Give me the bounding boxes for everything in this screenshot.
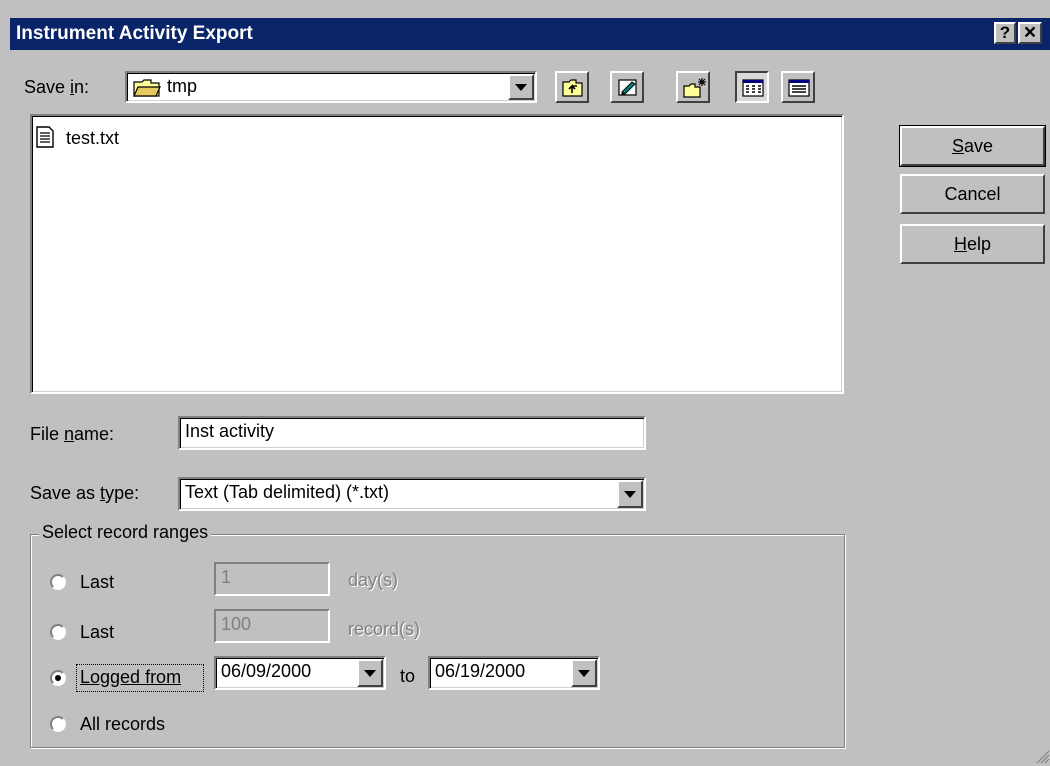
file-list[interactable]: test.txt <box>30 114 844 394</box>
resize-grip-icon[interactable] <box>1036 750 1050 764</box>
all-records-label: All records <box>80 714 166 734</box>
all-records-radio[interactable] <box>50 716 66 732</box>
from-date-dropdown-button[interactable] <box>357 659 383 687</box>
text-file-icon <box>36 126 54 148</box>
save-button[interactable]: Save <box>899 125 1046 167</box>
up-one-level-icon <box>562 79 583 97</box>
file-name-value: Inst activity <box>185 421 275 441</box>
days-unit-label: day(s) <box>348 570 399 590</box>
up-one-level-button[interactable] <box>555 71 589 103</box>
last-days-label: Last <box>80 572 115 592</box>
save-in-label: Save in: <box>24 77 90 97</box>
export-dialog: Instrument Activity Export ? × Save in: … <box>0 0 1050 766</box>
to-label: to <box>400 666 416 686</box>
new-folder-icon <box>683 78 706 98</box>
details-view-button[interactable] <box>781 71 815 103</box>
chevron-down-icon <box>515 84 527 91</box>
save-in-combo[interactable]: tmp <box>125 71 537 103</box>
file-name-text: test.txt <box>66 128 120 148</box>
list-view-button[interactable] <box>735 71 769 103</box>
last-records-radio[interactable] <box>50 624 66 640</box>
to-date-value: 06/19/2000 <box>435 661 526 681</box>
dialog-body: Save in: tmp test.txt Save Cancel Help F… <box>10 50 1050 766</box>
file-name-input[interactable]: Inst activity <box>178 416 646 450</box>
last-days-value: 1 <box>221 567 232 587</box>
from-date-picker[interactable]: 06/09/2000 <box>214 656 386 690</box>
save-as-type-dropdown-button[interactable] <box>617 480 643 508</box>
title-bar[interactable]: Instrument Activity Export ? × <box>10 18 1050 50</box>
close-button[interactable]: × <box>1018 22 1042 44</box>
last-records-value: 100 <box>221 614 252 634</box>
last-records-label: Last <box>80 622 115 642</box>
details-view-icon <box>788 79 810 97</box>
save-in-dropdown-button[interactable] <box>508 74 534 100</box>
last-days-radio[interactable] <box>50 574 66 590</box>
desktop-button[interactable] <box>610 71 644 103</box>
from-date-value: 06/09/2000 <box>221 661 312 681</box>
cancel-button[interactable]: Cancel <box>900 174 1045 214</box>
logged-from-radio[interactable] <box>50 670 66 686</box>
to-date-picker[interactable]: 06/19/2000 <box>428 656 600 690</box>
desktop-icon <box>618 79 637 96</box>
save-as-type-label: Save as type: <box>30 483 140 503</box>
last-days-input[interactable]: 1 <box>214 562 330 596</box>
chevron-down-icon <box>578 670 590 677</box>
logged-from-label: Logged from <box>80 667 182 687</box>
records-unit-label: record(s) <box>348 619 421 639</box>
radio-selected-dot <box>55 675 61 681</box>
save-as-type-value: Text (Tab delimited) (*.txt) <box>185 482 390 502</box>
new-folder-button[interactable] <box>676 71 710 103</box>
record-ranges-title: Select record ranges <box>39 522 212 543</box>
list-view-icon <box>742 79 764 97</box>
window-title: Instrument Activity Export <box>16 23 253 44</box>
list-item[interactable]: test.txt <box>36 126 156 152</box>
folder-icon <box>133 79 161 97</box>
help-title-button[interactable]: ? <box>994 22 1016 44</box>
save-in-value: tmp <box>167 76 198 96</box>
last-records-input[interactable]: 100 <box>214 609 330 643</box>
file-name-label: File name: <box>30 424 115 444</box>
chevron-down-icon <box>624 491 636 498</box>
chevron-down-icon <box>364 670 376 677</box>
to-date-dropdown-button[interactable] <box>571 659 597 687</box>
help-button[interactable]: Help <box>900 224 1045 264</box>
save-as-type-select[interactable]: Text (Tab delimited) (*.txt) <box>178 477 646 511</box>
